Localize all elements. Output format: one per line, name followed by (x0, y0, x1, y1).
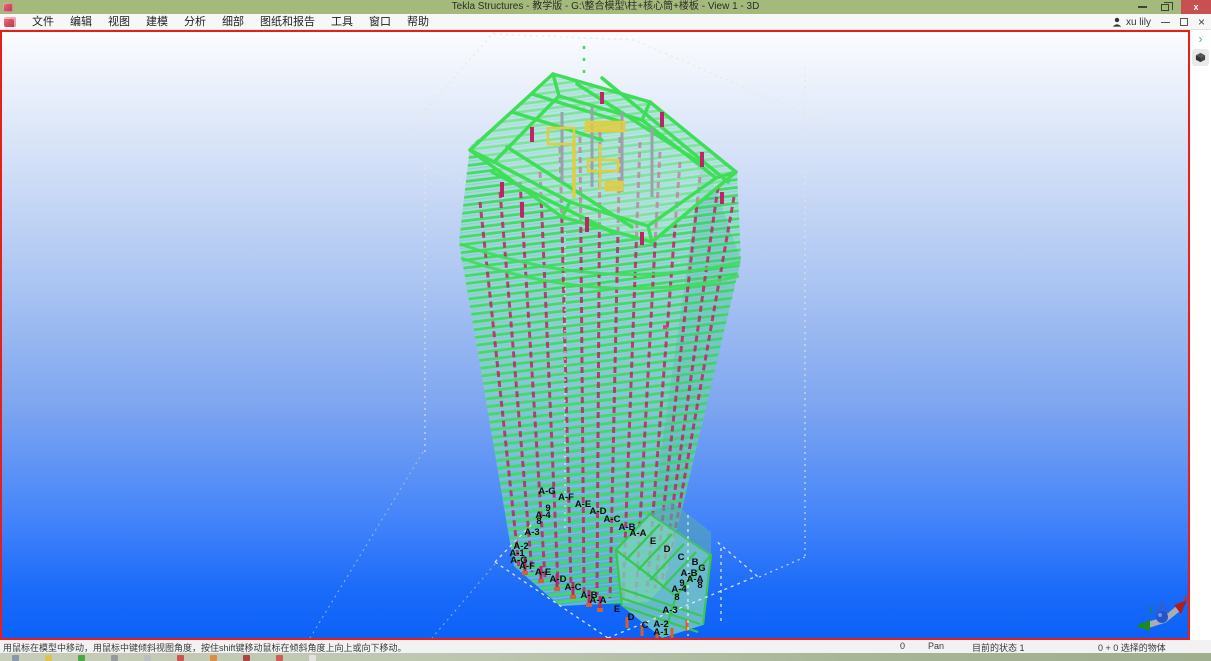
grid-label: E (614, 604, 620, 615)
taskbar-icon[interactable] (276, 655, 283, 661)
menu-bar: 文件编辑视图建模分析细部图纸和报告工具窗口帮助 xu lily × (0, 14, 1211, 30)
taskbar-icon[interactable] (78, 655, 85, 661)
mdi-minimize-button[interactable] (1161, 22, 1170, 23)
user-account[interactable]: xu lily (1112, 17, 1151, 28)
panel-expand-chevron-icon[interactable]: › (1199, 32, 1203, 46)
grid-label: E (650, 536, 656, 547)
windows-taskbar-sliver[interactable] (0, 653, 1211, 661)
taskbar-icon[interactable] (12, 655, 19, 661)
axis-y-arrow (1136, 620, 1150, 631)
status-value: 0 (900, 641, 905, 651)
window-title: Tekla Structures - 教学版 - G:\整合模型\柱+核心筒+楼… (0, 0, 1211, 14)
taskbar-icon[interactable] (45, 655, 52, 661)
side-panel: › (1190, 30, 1211, 640)
grid-label: A-3 (524, 527, 539, 538)
grid-label: A-3 (662, 605, 677, 616)
grid-label: D (664, 544, 671, 555)
mdi-maximize-button[interactable] (1180, 18, 1188, 26)
axis-x-label: X (1183, 595, 1188, 604)
stray-point (663, 325, 667, 329)
menu-item-6[interactable]: 图纸和报告 (252, 14, 323, 30)
grid-label: A-C (565, 582, 582, 593)
taskbar-icon[interactable] (111, 655, 118, 661)
status-mode: Pan (928, 641, 944, 651)
axis-origin-sphere (1156, 611, 1168, 623)
menu-item-5[interactable]: 细部 (214, 14, 252, 30)
taskbar-icon[interactable] (144, 655, 151, 661)
axis-y-label: Y (1148, 606, 1154, 615)
grid-label: C (678, 552, 685, 563)
grid-label: D (628, 612, 635, 623)
user-icon (1112, 17, 1122, 27)
tekla-app-icon[interactable] (4, 17, 16, 27)
main-area: A-GA-FA-EA-DA-CA-BA-A9A-48A-3A-2A-1A-GA-… (0, 30, 1211, 640)
mdi-close-button[interactable]: × (1198, 14, 1205, 30)
grid-label: 9 (679, 578, 684, 589)
grid-label: A-A (590, 595, 607, 606)
menu-item-0[interactable]: 文件 (24, 14, 62, 30)
grid-label: C (642, 620, 649, 631)
menu-item-1[interactable]: 编辑 (62, 14, 100, 30)
grid-label: G (698, 563, 705, 574)
menu-item-7[interactable]: 工具 (323, 14, 361, 30)
cube-icon (1195, 52, 1206, 63)
close-button[interactable]: x (1181, 0, 1211, 14)
status-bar: 用鼠标在模型中移动，用鼠标中键倾斜视图角度，按住shift键移动鼠标在倾斜角度上… (0, 640, 1211, 653)
menu-item-3[interactable]: 建模 (138, 14, 176, 30)
grid-label: 8 (536, 516, 541, 527)
grid-label: A-A (630, 528, 647, 539)
taskbar-icon[interactable] (210, 655, 217, 661)
grid-label: A-F (558, 492, 574, 503)
model-canvas: A-GA-FA-EA-DA-CA-BA-A9A-48A-3A-2A-1A-GA-… (2, 32, 1188, 638)
menu-item-9[interactable]: 帮助 (399, 14, 437, 30)
menu-item-2[interactable]: 视图 (100, 14, 138, 30)
grid-label: A-1 (653, 627, 669, 638)
grid-label: A-F (519, 561, 535, 572)
menu-items: 文件编辑视图建模分析细部图纸和报告工具窗口帮助 (24, 14, 437, 30)
restore-button[interactable] (1161, 4, 1169, 11)
taskbar-icon[interactable] (309, 655, 316, 661)
grid-label: 8 (697, 580, 702, 591)
menu-item-4[interactable]: 分析 (176, 14, 214, 30)
axis-triad-icon: Y X (1136, 595, 1188, 631)
taskbar-icon[interactable] (243, 655, 250, 661)
ground-grid-faint-lines (310, 452, 495, 638)
taskbar-icon[interactable] (177, 655, 184, 661)
view-cube-button[interactable] (1192, 49, 1209, 66)
minimize-button[interactable] (1138, 6, 1147, 8)
model-viewport-3d[interactable]: A-GA-FA-EA-DA-CA-BA-A9A-48A-3A-2A-1A-GA-… (0, 30, 1190, 640)
menu-item-8[interactable]: 窗口 (361, 14, 399, 30)
title-bar: Tekla Structures - 教学版 - G:\整合模型\柱+核心筒+楼… (0, 0, 1211, 14)
grid-label: A-G (538, 486, 555, 497)
